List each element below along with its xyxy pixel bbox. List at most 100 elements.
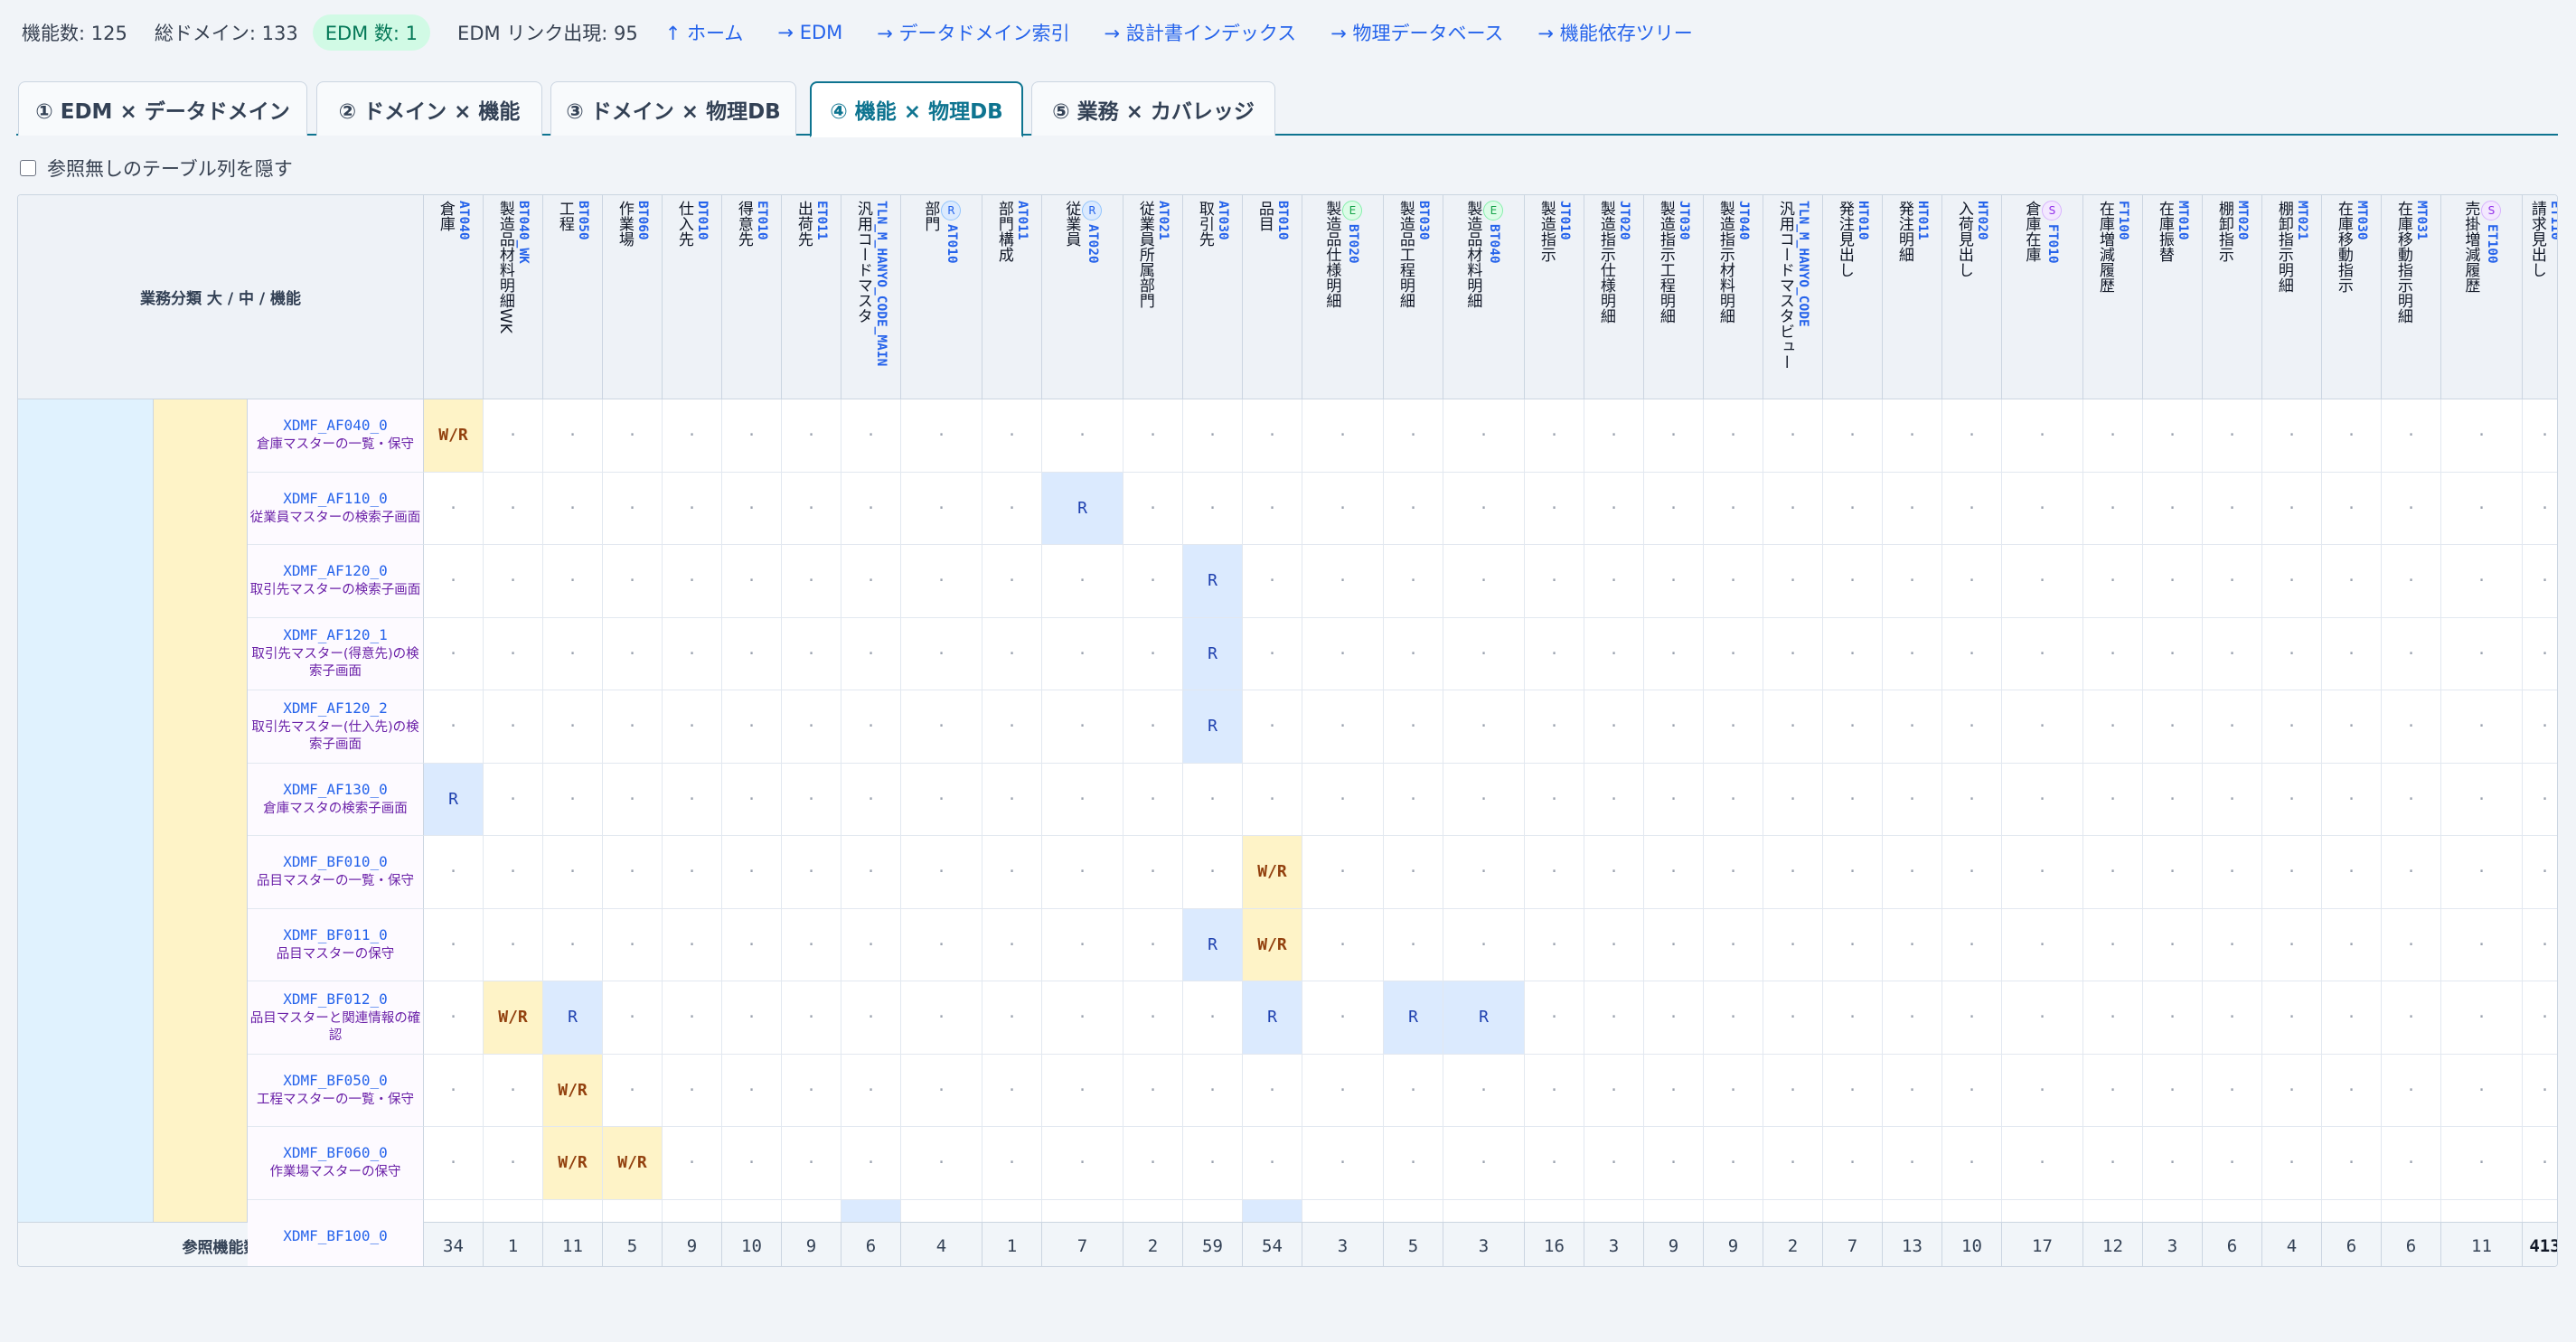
matrix-cell: · bbox=[1243, 545, 1302, 618]
feature-row-label[interactable]: XDMF_BF100_0 bbox=[248, 1199, 424, 1266]
matrix-cell[interactable]: R bbox=[1042, 472, 1123, 545]
column-header-mt020[interactable]: MT020 棚卸指示 bbox=[2203, 195, 2262, 399]
feature-code[interactable]: XDMF_AF120_2 bbox=[283, 699, 388, 717]
column-header-jt010[interactable]: JT010 製造指示 bbox=[1525, 195, 1584, 399]
matrix-cell[interactable]: R bbox=[1384, 981, 1443, 1055]
column-header-et011[interactable]: ET011 出荷先 bbox=[782, 195, 841, 399]
tab-domain-feature[interactable]: ② ドメイン × 機能 bbox=[316, 81, 542, 136]
feature-name: 取引先マスターの検索子画面 bbox=[249, 583, 421, 598]
feature-row-label[interactable]: XDMF_BF011_0 品目マスターの保守 bbox=[248, 908, 424, 981]
column-header-dt010[interactable]: DT010 仕入先 bbox=[663, 195, 722, 399]
feature-code[interactable]: XDMF_BF100_0 bbox=[283, 1227, 388, 1244]
matrix-cell: · bbox=[2441, 617, 2523, 690]
column-header-et010[interactable]: ET010 得意先 bbox=[722, 195, 782, 399]
column-header-mt031[interactable]: MT031 在庫移動指示明細 bbox=[2382, 195, 2441, 399]
matrix-cell[interactable]: R bbox=[424, 763, 484, 836]
feature-code[interactable]: XDMF_BF012_0 bbox=[283, 990, 388, 1008]
column-header-mt030[interactable]: MT030 在庫移動指示 bbox=[2322, 195, 2382, 399]
matrix-cell: · bbox=[1883, 472, 1942, 545]
matrix-cell[interactable]: R bbox=[543, 981, 603, 1055]
column-header-ht011[interactable]: HT011 発注明細 bbox=[1883, 195, 1942, 399]
matrix-cell[interactable]: W/R bbox=[484, 981, 543, 1055]
matrix-cell: · bbox=[1384, 545, 1443, 618]
matrix-cell: · bbox=[2382, 981, 2441, 1055]
feature-code[interactable]: XDMF_BF050_0 bbox=[283, 1072, 388, 1089]
column-header-et100[interactable]: S ET100 売掛増減履歴 bbox=[2441, 195, 2523, 399]
feature-row-label[interactable]: XDMF_AF040_0 倉庫マスターの一覧・保守 bbox=[248, 399, 424, 473]
column-header-tln_m_hanyo_code_main[interactable]: TLN_M_HANYO_CODE_MAIN 汎用コードマスタ bbox=[841, 195, 901, 399]
column-header-ft010[interactable]: S FT010 倉庫在庫 bbox=[2002, 195, 2083, 399]
feature-row-label[interactable]: XDMF_BF010_0 品目マスターの一覧・保守 bbox=[248, 836, 424, 909]
hide-unreferenced-toggle[interactable]: 参照無しのテーブル列を隠す bbox=[20, 154, 293, 183]
column-header-jt020[interactable]: JT020 製造指示仕様明細 bbox=[1584, 195, 1644, 399]
column-header-at021[interactable]: AT021 従業員所属部門 bbox=[1123, 195, 1183, 399]
column-header-bt010[interactable]: BT010 品目 bbox=[1243, 195, 1302, 399]
column-header-jt040[interactable]: JT040 製造指示材料明細 bbox=[1704, 195, 1763, 399]
matrix-cell: · bbox=[2203, 763, 2262, 836]
column-header-bt050[interactable]: BT050 工程 bbox=[543, 195, 603, 399]
feature-row-label[interactable]: XDMF_AF120_2 取引先マスター(仕入先)の検索子画面 bbox=[248, 690, 424, 764]
matrix-cell[interactable]: R bbox=[1183, 617, 1243, 690]
column-header-at010[interactable]: R AT010 部門 bbox=[901, 195, 982, 399]
matrix-cell[interactable]: R bbox=[1183, 545, 1243, 618]
feature-row-label[interactable]: XDMF_AF130_0 倉庫マスタの検索子画面 bbox=[248, 763, 424, 836]
matrix-cell[interactable]: W/R bbox=[1243, 836, 1302, 909]
feature-code[interactable]: XDMF_AF120_1 bbox=[283, 626, 388, 643]
hide-unreferenced-checkbox[interactable] bbox=[20, 160, 36, 176]
feature-row-label[interactable]: XDMF_AF120_0 取引先マスターの検索子画面 bbox=[248, 545, 424, 618]
nav-edm-link[interactable]: → EDM bbox=[777, 22, 842, 43]
column-header-ft100[interactable]: FT100 在庫増減履歴 bbox=[2083, 195, 2143, 399]
matrix-cell[interactable]: W/R bbox=[1243, 908, 1302, 981]
matrix-cell: · bbox=[543, 836, 603, 909]
nav-design-doc-index-link[interactable]: → 設計書インデックス bbox=[1105, 19, 1297, 46]
column-header-mt021[interactable]: MT021 棚卸指示明細 bbox=[2262, 195, 2322, 399]
column-header-at020[interactable]: R AT020 従業員 bbox=[1042, 195, 1123, 399]
tab-edm-domain[interactable]: ① EDM × データドメイン bbox=[18, 81, 307, 136]
column-header-bt030[interactable]: BT030 製造品工程明細 bbox=[1384, 195, 1443, 399]
nav-home-link[interactable]: ↑ ホーム bbox=[665, 19, 744, 46]
feature-code[interactable]: XDMF_AF130_0 bbox=[283, 781, 388, 798]
matrix-cell[interactable]: R bbox=[1243, 981, 1302, 1055]
column-table-name: 汎用コードマスタビュー bbox=[1775, 201, 1794, 370]
column-header-bt060[interactable]: BT060 作業場 bbox=[603, 195, 663, 399]
matrix-cell[interactable]: W/R bbox=[603, 1127, 663, 1200]
nav-physical-db-link[interactable]: → 物理データベース bbox=[1330, 19, 1503, 46]
feature-code[interactable]: XDMF_BF060_0 bbox=[283, 1144, 388, 1161]
feature-row-label[interactable]: XDMF_AF120_1 取引先マスター(得意先)の検索子画面 bbox=[248, 617, 424, 690]
matrix-cell[interactable]: R bbox=[1183, 690, 1243, 764]
column-header-jt030[interactable]: JT030 製造指示工程明細 bbox=[1644, 195, 1704, 399]
matrix-cell[interactable]: R bbox=[1443, 981, 1525, 1055]
feature-row-label[interactable]: XDMF_BF060_0 作業場マスターの保守 bbox=[248, 1127, 424, 1200]
column-header-bt020[interactable]: E BT020 製造品仕様明細 bbox=[1302, 195, 1384, 399]
matrix-cell: · bbox=[1302, 908, 1384, 981]
column-header-mt010[interactable]: MT010 在庫振替 bbox=[2143, 195, 2203, 399]
column-header-et110[interactable]: ET110 請求見出し bbox=[2523, 195, 2557, 399]
column-header-at030[interactable]: AT030 取引先 bbox=[1183, 195, 1243, 399]
feature-code[interactable]: XDMF_AF040_0 bbox=[283, 417, 388, 434]
feature-row-label[interactable]: XDMF_BF050_0 工程マスターの一覧・保守 bbox=[248, 1054, 424, 1127]
feature-code[interactable]: XDMF_BF011_0 bbox=[283, 926, 388, 943]
nav-feature-dependency-tree-link[interactable]: → 機能依存ツリー bbox=[1537, 19, 1692, 46]
tab-feature-physical-db[interactable]: ④ 機能 × 物理DB bbox=[810, 81, 1023, 137]
matrix-cell[interactable]: W/R bbox=[543, 1054, 603, 1127]
column-header-at011[interactable]: AT011 部門構成 bbox=[982, 195, 1042, 399]
feature-code[interactable]: XDMF_AF110_0 bbox=[283, 490, 388, 507]
matrix-cell[interactable]: W/R bbox=[543, 1127, 603, 1200]
column-header-ht010[interactable]: HT010 発注見出し bbox=[1823, 195, 1883, 399]
matrix-cell: · bbox=[2523, 473, 2557, 545]
tab-domain-physical-db[interactable]: ③ ドメイン × 物理DB bbox=[550, 81, 796, 136]
nav-data-domain-index-link[interactable]: → データドメイン索引 bbox=[877, 19, 1069, 46]
column-header-bt040_wk[interactable]: BT040_WK 製造品材料明細WK bbox=[484, 195, 543, 399]
column-header-ht020[interactable]: HT020 入荷見出し bbox=[1942, 195, 2002, 399]
feature-code[interactable]: XDMF_AF120_0 bbox=[283, 562, 388, 579]
matrix-cell[interactable]: R bbox=[1183, 908, 1243, 981]
matrix-cell[interactable]: W/R bbox=[424, 399, 484, 473]
feature-code[interactable]: XDMF_BF010_0 bbox=[283, 853, 388, 870]
feature-row-label[interactable]: XDMF_AF110_0 従業員マスターの検索子画面 bbox=[248, 472, 424, 545]
column-header-bt040[interactable]: E BT040 製造品材料明細 bbox=[1443, 195, 1525, 399]
tab-business-coverage[interactable]: ⑤ 業務 × カバレッジ bbox=[1031, 81, 1275, 136]
column-header-tln_m_hanyo_code[interactable]: TLN_M_HANYO_CODE 汎用コードマスタビュー bbox=[1763, 195, 1823, 399]
matrix-cell: · bbox=[2143, 690, 2203, 764]
column-header-at040[interactable]: AT040 倉庫 bbox=[424, 195, 484, 399]
feature-row-label[interactable]: XDMF_BF012_0 品目マスターと関連情報の確認 bbox=[248, 981, 424, 1055]
